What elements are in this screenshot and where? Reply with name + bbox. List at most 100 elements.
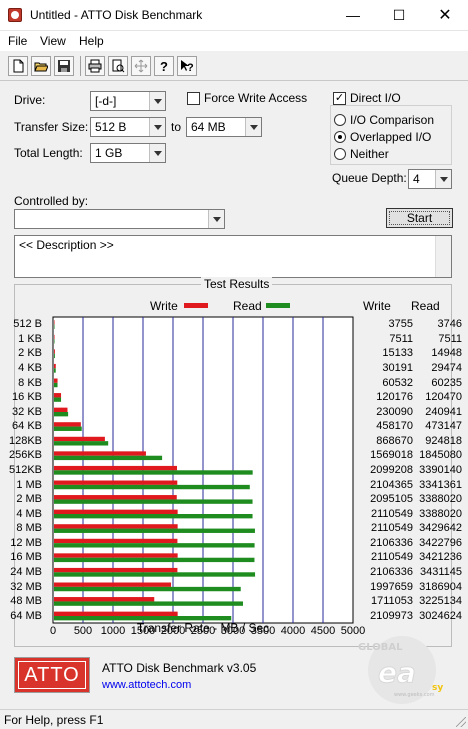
write-value: 30191	[382, 362, 413, 374]
y-tick-label: 1 MB	[16, 478, 42, 491]
direct-io-label[interactable]: Direct I/O	[350, 91, 403, 105]
controlled-by-label: Controlled by:	[14, 194, 89, 208]
y-tick-label: 24 MB	[10, 566, 42, 578]
bar-write	[54, 509, 178, 515]
status-bar: For Help, press F1	[0, 709, 468, 729]
bar-write	[54, 320, 55, 325]
queue-depth-label: Queue Depth:	[332, 171, 407, 185]
overlapped-io-radio[interactable]	[334, 131, 346, 143]
total-length-label: Total Length:	[14, 146, 83, 160]
atto-logo: ATTO	[14, 657, 90, 693]
y-tick-label: 64 KB	[12, 420, 42, 433]
bar-read	[54, 426, 82, 431]
direct-io-checkbox[interactable]: ✓	[333, 92, 346, 105]
description-scrollbar[interactable]	[435, 236, 451, 277]
print-preview-button[interactable]	[108, 56, 128, 76]
bar-read	[54, 397, 62, 402]
bar-read	[54, 455, 163, 461]
start-button[interactable]: Start	[386, 208, 453, 228]
io-comparison-label[interactable]: I/O Comparison	[350, 113, 434, 127]
chevron-down-icon[interactable]	[435, 170, 451, 188]
context-help-button[interactable]: ?	[177, 56, 197, 76]
bar-write	[54, 436, 105, 442]
read-value: 3422796	[419, 536, 462, 549]
drive-value: [-d-]	[95, 94, 117, 108]
menu-file[interactable]: File	[8, 34, 27, 48]
read-value: 14948	[431, 347, 462, 360]
y-tick-label: 512 B	[13, 318, 42, 331]
bar-read	[54, 514, 253, 519]
read-value: 3390140	[419, 464, 462, 476]
chevron-down-icon[interactable]	[149, 118, 165, 136]
write-value: 7511	[389, 332, 413, 345]
neither-radio[interactable]	[334, 148, 346, 160]
bar-read	[54, 543, 255, 548]
controlled-by-select[interactable]	[14, 209, 225, 229]
transfer-size-from-select[interactable]: 512 B	[90, 117, 166, 137]
maximize-button[interactable]: ☐	[376, 0, 422, 31]
overlapped-io-label[interactable]: Overlapped I/O	[350, 130, 431, 144]
bar-read	[54, 324, 55, 329]
help-icon: ?	[160, 59, 168, 73]
menu-help[interactable]: Help	[79, 34, 104, 48]
website-link[interactable]: www.attotech.com	[102, 679, 191, 691]
read-value: 3341361	[419, 478, 462, 491]
resize-grip-icon[interactable]	[456, 717, 466, 727]
title-bar[interactable]: Untitled - ATTO Disk Benchmark — ☐ ✕	[0, 0, 468, 31]
chevron-down-icon[interactable]	[245, 118, 261, 136]
bar-write	[54, 393, 62, 398]
read-value: 3225134	[419, 595, 462, 608]
write-value: 3755	[388, 318, 413, 331]
force-write-checkbox[interactable]	[187, 92, 200, 105]
move-icon	[134, 59, 148, 73]
read-value: 29474	[431, 362, 462, 374]
transfer-size-from-value: 512 B	[95, 120, 127, 134]
neither-label[interactable]: Neither	[350, 147, 389, 161]
open-button[interactable]	[31, 56, 51, 76]
write-value: 1569018	[370, 449, 413, 462]
chevron-down-icon[interactable]	[208, 210, 224, 228]
minimize-button[interactable]: —	[330, 0, 376, 31]
transfer-size-to-select[interactable]: 64 MB	[186, 117, 262, 137]
save-button[interactable]	[54, 56, 74, 76]
chevron-down-icon[interactable]	[149, 92, 165, 110]
write-value: 2104365	[370, 478, 413, 491]
queue-depth-select[interactable]: 4	[408, 169, 452, 189]
description-box[interactable]: << Description >>	[14, 235, 452, 278]
print-button[interactable]	[85, 56, 105, 76]
y-tick-label: 64 MB	[10, 609, 42, 622]
force-write-label[interactable]: Force Write Access	[204, 91, 307, 105]
bar-write	[54, 495, 177, 500]
y-tick-label: 8 KB	[18, 376, 42, 389]
bar-write	[54, 582, 172, 587]
help-button[interactable]: ?	[154, 56, 174, 76]
write-value: 458170	[376, 420, 413, 433]
y-tick-label: 128KB	[8, 434, 42, 447]
io-comparison-radio[interactable]	[334, 114, 346, 126]
bar-write	[54, 349, 55, 354]
menu-bar: File View Help	[0, 31, 468, 51]
new-file-button[interactable]	[8, 56, 28, 76]
drive-select[interactable]: [-d-]	[90, 91, 166, 111]
read-value: 3429642	[419, 522, 462, 535]
read-value: 60235	[431, 376, 462, 389]
transfer-size-to-value: 64 MB	[191, 120, 226, 134]
menu-view[interactable]: View	[40, 34, 66, 48]
bar-write	[54, 538, 178, 544]
bar-read	[54, 353, 55, 359]
y-tick-label: 48 MB	[10, 595, 42, 608]
bar-read	[54, 528, 255, 533]
start-button-label: Start	[406, 211, 433, 225]
read-value: 240941	[425, 405, 462, 418]
status-text: For Help, press F1	[4, 713, 104, 727]
close-button[interactable]: ✕	[422, 0, 468, 31]
bar-read	[54, 382, 58, 388]
write-value: 1997659	[370, 580, 413, 593]
write-value: 2106336	[370, 536, 413, 549]
read-value: 3421236	[419, 551, 462, 564]
write-value: 230090	[376, 405, 413, 418]
print-preview-icon	[112, 59, 125, 73]
total-length-select[interactable]: 1 GB	[90, 143, 166, 163]
chevron-down-icon[interactable]	[149, 144, 165, 162]
move-button[interactable]	[131, 56, 151, 76]
